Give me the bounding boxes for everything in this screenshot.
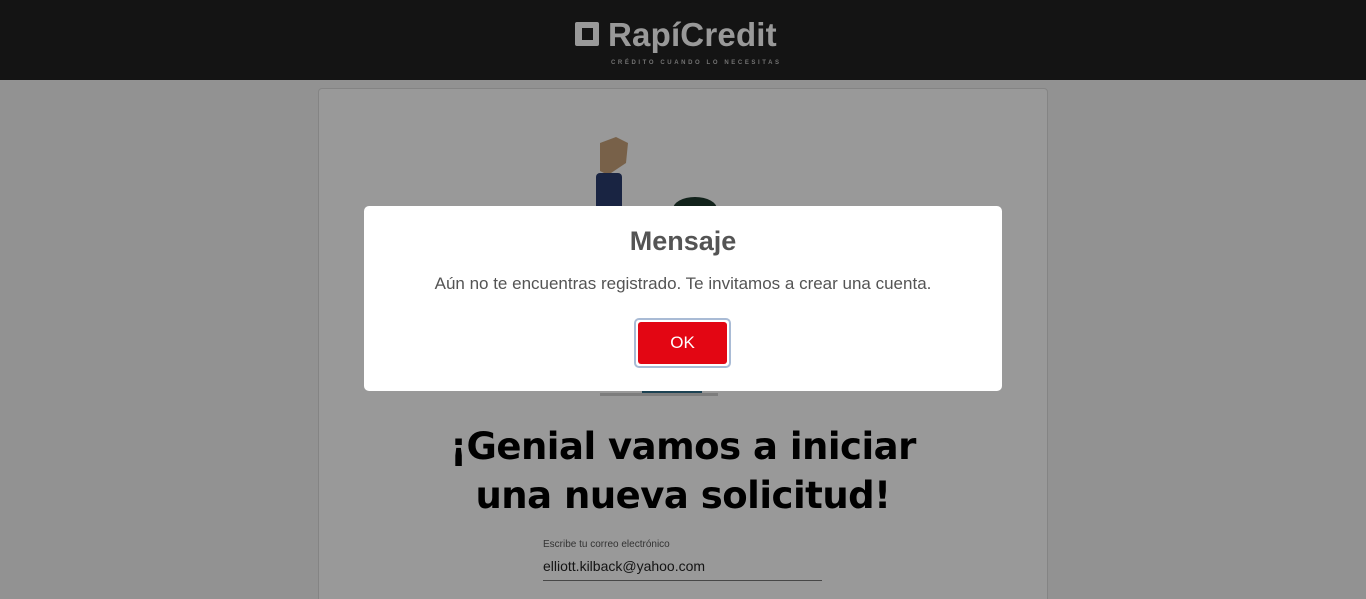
- dialog-title: Mensaje: [629, 226, 737, 256]
- dialog-message: Aún no te encuentras registrado. Te invi…: [434, 274, 932, 293]
- message-dialog: Mensaje Aún no te encuentras registrado.…: [364, 206, 1002, 391]
- ok-button-label: OK: [638, 322, 727, 364]
- ok-button[interactable]: OK: [634, 318, 731, 368]
